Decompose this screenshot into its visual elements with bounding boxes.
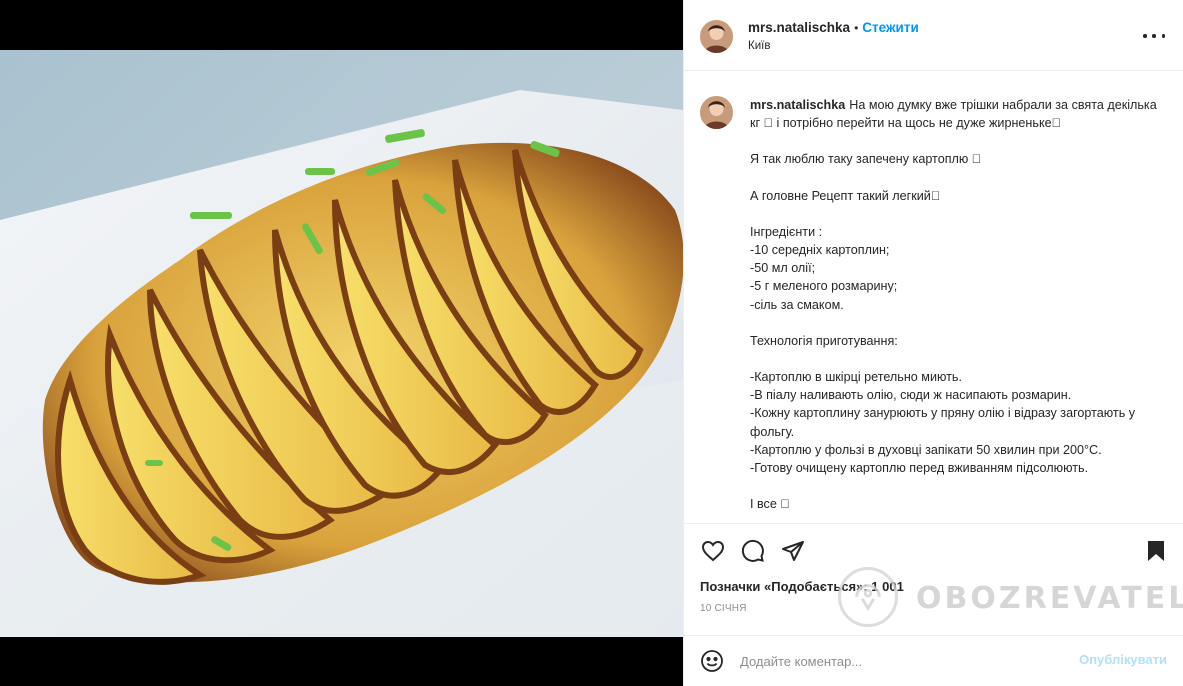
publish-comment-button[interactable]: Опублікувати (1079, 652, 1167, 667)
paper-plane-icon[interactable] (780, 538, 806, 564)
header-user-line: mrs.natalischka • Стежити (748, 20, 919, 35)
step-item: -Картоплю в шкірці ретельно миють. (750, 370, 962, 385)
emoji-icon[interactable] (700, 649, 724, 673)
likes-count[interactable]: Позначки «Подобається»: 1 001 (700, 579, 904, 594)
caption-area: mrs.natalischka На мою думку вже трішки н… (684, 72, 1183, 524)
step-item: -Кожну картоплину занурюють у пряну олію… (750, 406, 1136, 439)
comment-input[interactable] (740, 649, 1070, 673)
ingredient-item: -5 г меленого розмарину; (750, 279, 898, 294)
avatar[interactable] (700, 20, 733, 53)
separator-dot: • (854, 21, 859, 35)
step-item: -Картоплю у фользі в духовці запікати 50… (750, 442, 1102, 457)
follow-button[interactable]: Стежити (862, 20, 918, 35)
heart-outline-icon[interactable] (700, 538, 726, 564)
caption-ending: І все   (750, 497, 790, 512)
post-actions-bar (684, 534, 1183, 574)
location-link[interactable]: Київ (748, 40, 770, 52)
username-link[interactable]: mrs.natalischka (748, 20, 850, 35)
ingredient-item: -50 мл олії; (750, 261, 816, 276)
comment-bubble-icon[interactable] (740, 538, 766, 564)
post-sidebar: mrs.natalischka • Стежити Київ mrs.natalis… (683, 0, 1183, 686)
caption-text: mrs.natalischka На мою думку вже трішки н… (750, 96, 1170, 513)
ingredient-item: -10 середніх картоплин; (750, 243, 890, 258)
ingredient-item: -сіль за смаком. (750, 297, 844, 312)
step-item: -В піалу наливають олію, сюди ж насипают… (750, 388, 1072, 403)
step-item: -Готову очищену картоплю перед вживанням… (750, 461, 1089, 476)
comment-bar: Опублікувати (684, 635, 1183, 686)
post-photo-hasselback-potato[interactable] (0, 50, 683, 637)
ingredients-title: Інгредієнти : (750, 224, 823, 239)
technology-title: Технологія приготування: (750, 333, 898, 348)
bookmark-filled-icon[interactable] (1143, 538, 1169, 564)
caption-line-recipe: А головне Рецепт такий легкий  (750, 188, 941, 203)
post-media-pane (0, 0, 683, 686)
caption-avatar[interactable] (700, 96, 733, 129)
more-options-icon[interactable] (1143, 28, 1165, 44)
post-header: mrs.natalischka • Стежити Київ (684, 0, 1183, 71)
caption-line-love: Я так люблю таку запечену картоплю   (750, 152, 982, 167)
caption-username-link[interactable]: mrs.natalischka (750, 98, 845, 112)
post-date[interactable]: 10 СІЧНЯ (700, 603, 747, 614)
